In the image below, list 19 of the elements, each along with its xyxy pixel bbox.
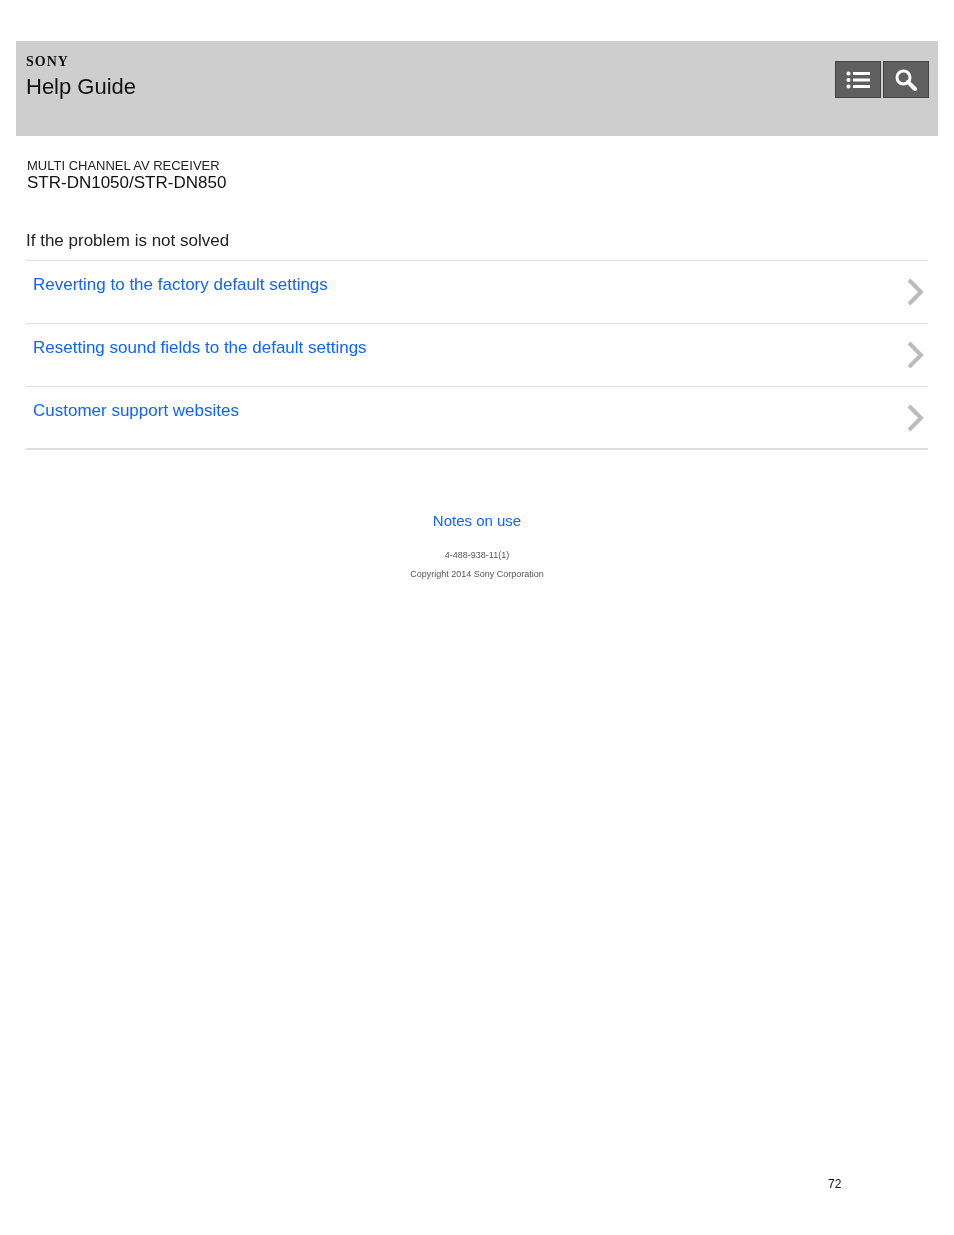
brand-logo: SONY [26, 54, 70, 70]
menu-icon [846, 70, 870, 89]
section-heading: If the problem is not solved [26, 231, 928, 261]
page-number: 72 [828, 1177, 842, 1191]
chevron-right-icon [906, 277, 924, 307]
chevron-right-icon [906, 340, 924, 370]
topic-link[interactable]: Customer support websites [33, 401, 239, 421]
search-icon [895, 68, 917, 91]
search-button[interactable] [883, 61, 929, 98]
topic-link[interactable]: Reverting to the factory default settings [33, 275, 328, 295]
chevron-right-icon [906, 403, 924, 433]
product-category: MULTI CHANNEL AV RECEIVER [27, 158, 221, 173]
copyright-text: Copyright 2014 Sony Corporation [409, 569, 545, 579]
document-code: 4-488-938-11(1) [443, 550, 511, 560]
page-title: Help Guide [26, 74, 137, 100]
product-model: STR-DN1050/STR-DN850 [27, 173, 228, 193]
menu-button[interactable] [835, 61, 881, 98]
topic-link[interactable]: Resetting sound fields to the default settings [33, 338, 367, 358]
notes-link[interactable]: Notes on use [432, 512, 522, 529]
